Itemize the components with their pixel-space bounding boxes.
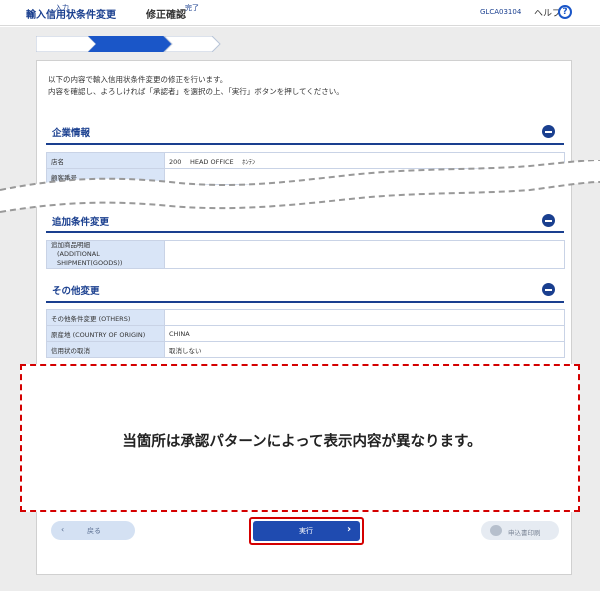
back-button-label: 戻る	[87, 527, 101, 535]
step-1-shape	[36, 36, 97, 52]
chevron-left-icon: ‹	[61, 525, 65, 534]
approval-note-text: 当箇所は承認パターンによって表示内容が異なります。	[122, 434, 482, 450]
step-3-shape	[163, 36, 221, 52]
table-row: その他条件変更 (OTHERS)	[46, 309, 565, 326]
label-line: 追加商品明細	[51, 241, 90, 249]
section-divider	[46, 143, 564, 145]
print-button-label: 申込書印刷	[508, 529, 541, 537]
printer-icon	[490, 525, 502, 536]
print-application-button[interactable]: 申込書印刷	[481, 521, 559, 540]
section-divider	[46, 231, 564, 233]
omission-wave	[0, 160, 600, 213]
collapse-company-icon[interactable]	[542, 125, 555, 138]
collapse-additional-icon[interactable]	[542, 214, 555, 227]
approval-note-box: 当箇所は承認パターンによって表示内容が異なります。	[20, 364, 580, 512]
row-value-lc-cancel: 取消しない	[164, 341, 565, 358]
intro-line-2: 内容を確認し、よろしければ「承認者」を選択の上、「実行」ボタンを押してください。	[48, 87, 344, 96]
help-icon[interactable]: ?	[558, 5, 572, 19]
row-label-lc-cancel: 信用状の取消	[46, 341, 165, 358]
row-value-other-conditions	[164, 309, 565, 326]
table-row: 追加商品明細 (ADDITIONAL SHIPMENT(GOODS))	[46, 240, 565, 269]
table-row: 原産地 (COUNTRY OF ORIGIN) CHINA	[46, 325, 565, 342]
section-divider	[46, 301, 564, 303]
row-value-origin: CHINA	[164, 325, 565, 342]
help-link[interactable]: ヘルプ	[534, 6, 561, 19]
row-label-origin: 原産地 (COUNTRY OF ORIGIN)	[46, 325, 165, 342]
page-header: 輸入信用状条件変更 修正確認 GLCA03104 ヘルプ ?	[0, 0, 600, 26]
row-label-additional-goods: 追加商品明細 (ADDITIONAL SHIPMENT(GOODS))	[46, 240, 165, 269]
execute-button-label: 実行	[299, 527, 313, 535]
step-input: 入力	[55, 4, 69, 12]
chevron-right-icon: ›	[347, 524, 352, 535]
row-value-additional-goods	[164, 240, 565, 269]
intro-line-1: 以下の内容で輸入信用状条件変更の修正を行います。	[48, 75, 228, 84]
back-button[interactable]: ‹ 戻る	[51, 521, 135, 540]
label-line: (ADDITIONAL SHIPMENT(GOODS))	[57, 250, 123, 267]
others-table: その他条件変更 (OTHERS) 原産地 (COUNTRY OF ORIGIN)…	[46, 309, 565, 358]
section-title-others: その他変更	[52, 286, 100, 297]
execute-button[interactable]: 実行 ›	[253, 521, 360, 541]
additional-table: 追加商品明細 (ADDITIONAL SHIPMENT(GOODS))	[46, 240, 565, 269]
step-2-shape	[88, 36, 172, 52]
screen-code: GLCA03104	[480, 8, 522, 16]
step-indicator	[36, 36, 221, 52]
intro-text: 以下の内容で輸入信用状条件変更の修正を行います。 内容を確認し、よろしければ「承…	[48, 74, 344, 98]
section-title-additional: 追加条件変更	[52, 217, 110, 228]
section-title-company: 企業情報	[52, 128, 91, 139]
table-row: 信用状の取消 取消しない	[46, 341, 565, 358]
collapse-others-icon[interactable]	[542, 283, 555, 296]
row-label-other-conditions: その他条件変更 (OTHERS)	[46, 309, 165, 326]
step-confirm: 内容確認	[116, 4, 144, 12]
step-complete: 完了	[185, 4, 199, 12]
